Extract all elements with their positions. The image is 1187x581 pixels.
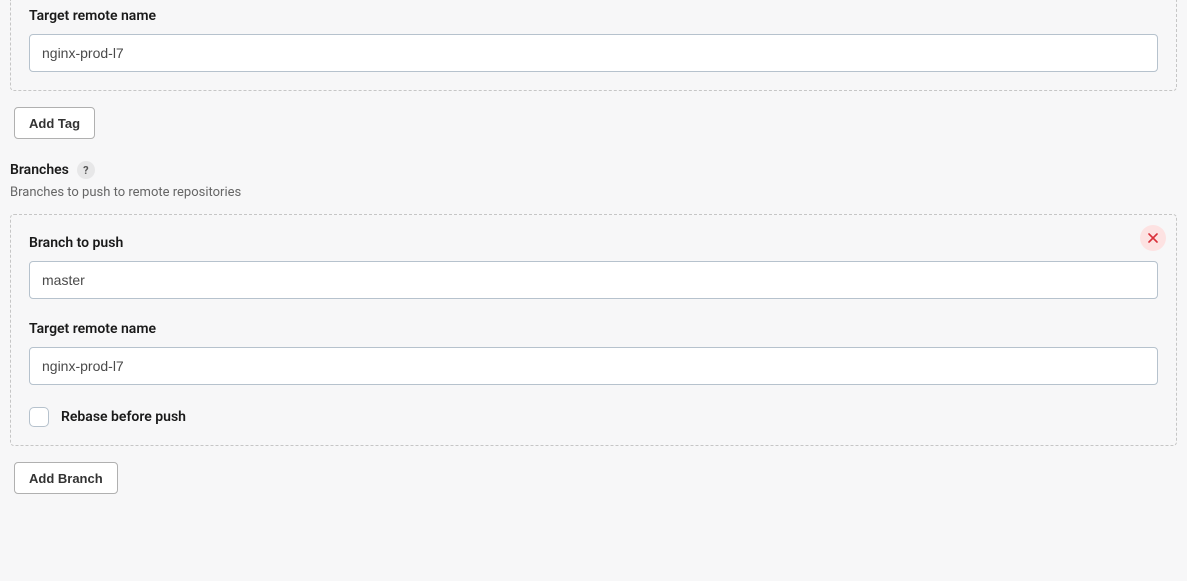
branch-to-push-input[interactable] (29, 261, 1158, 299)
branch-target-remote-input[interactable] (29, 347, 1158, 385)
branches-description: Branches to push to remote repositories (10, 185, 1177, 200)
rebase-checkbox-row: Rebase before push (29, 407, 1158, 427)
branches-title: Branches (10, 162, 69, 178)
remove-branch-button[interactable] (1140, 225, 1166, 251)
rebase-checkbox[interactable] (29, 407, 49, 427)
form-page: Target remote name Add Tag Branches ? Br… (0, 0, 1187, 532)
target-remote-label: Target remote name (29, 8, 1158, 24)
help-icon[interactable]: ? (77, 161, 95, 179)
branches-section-header: Branches ? (10, 161, 1177, 179)
branch-to-push-label: Branch to push (29, 235, 1158, 251)
close-icon (1148, 233, 1158, 243)
add-branch-button[interactable]: Add Branch (14, 462, 118, 494)
rebase-checkbox-label[interactable]: Rebase before push (61, 409, 186, 425)
branch-to-push-field-block: Branch to push (29, 235, 1158, 299)
target-remote-field-block: Target remote name (29, 8, 1158, 72)
branch-target-remote-field-block: Target remote name (29, 321, 1158, 385)
branch-target-remote-label: Target remote name (29, 321, 1158, 337)
branch-config-group: Branch to push Target remote name Rebase… (10, 214, 1177, 446)
add-tag-button[interactable]: Add Tag (14, 107, 95, 139)
target-remote-input[interactable] (29, 34, 1158, 72)
tag-config-group: Target remote name (10, 0, 1177, 91)
